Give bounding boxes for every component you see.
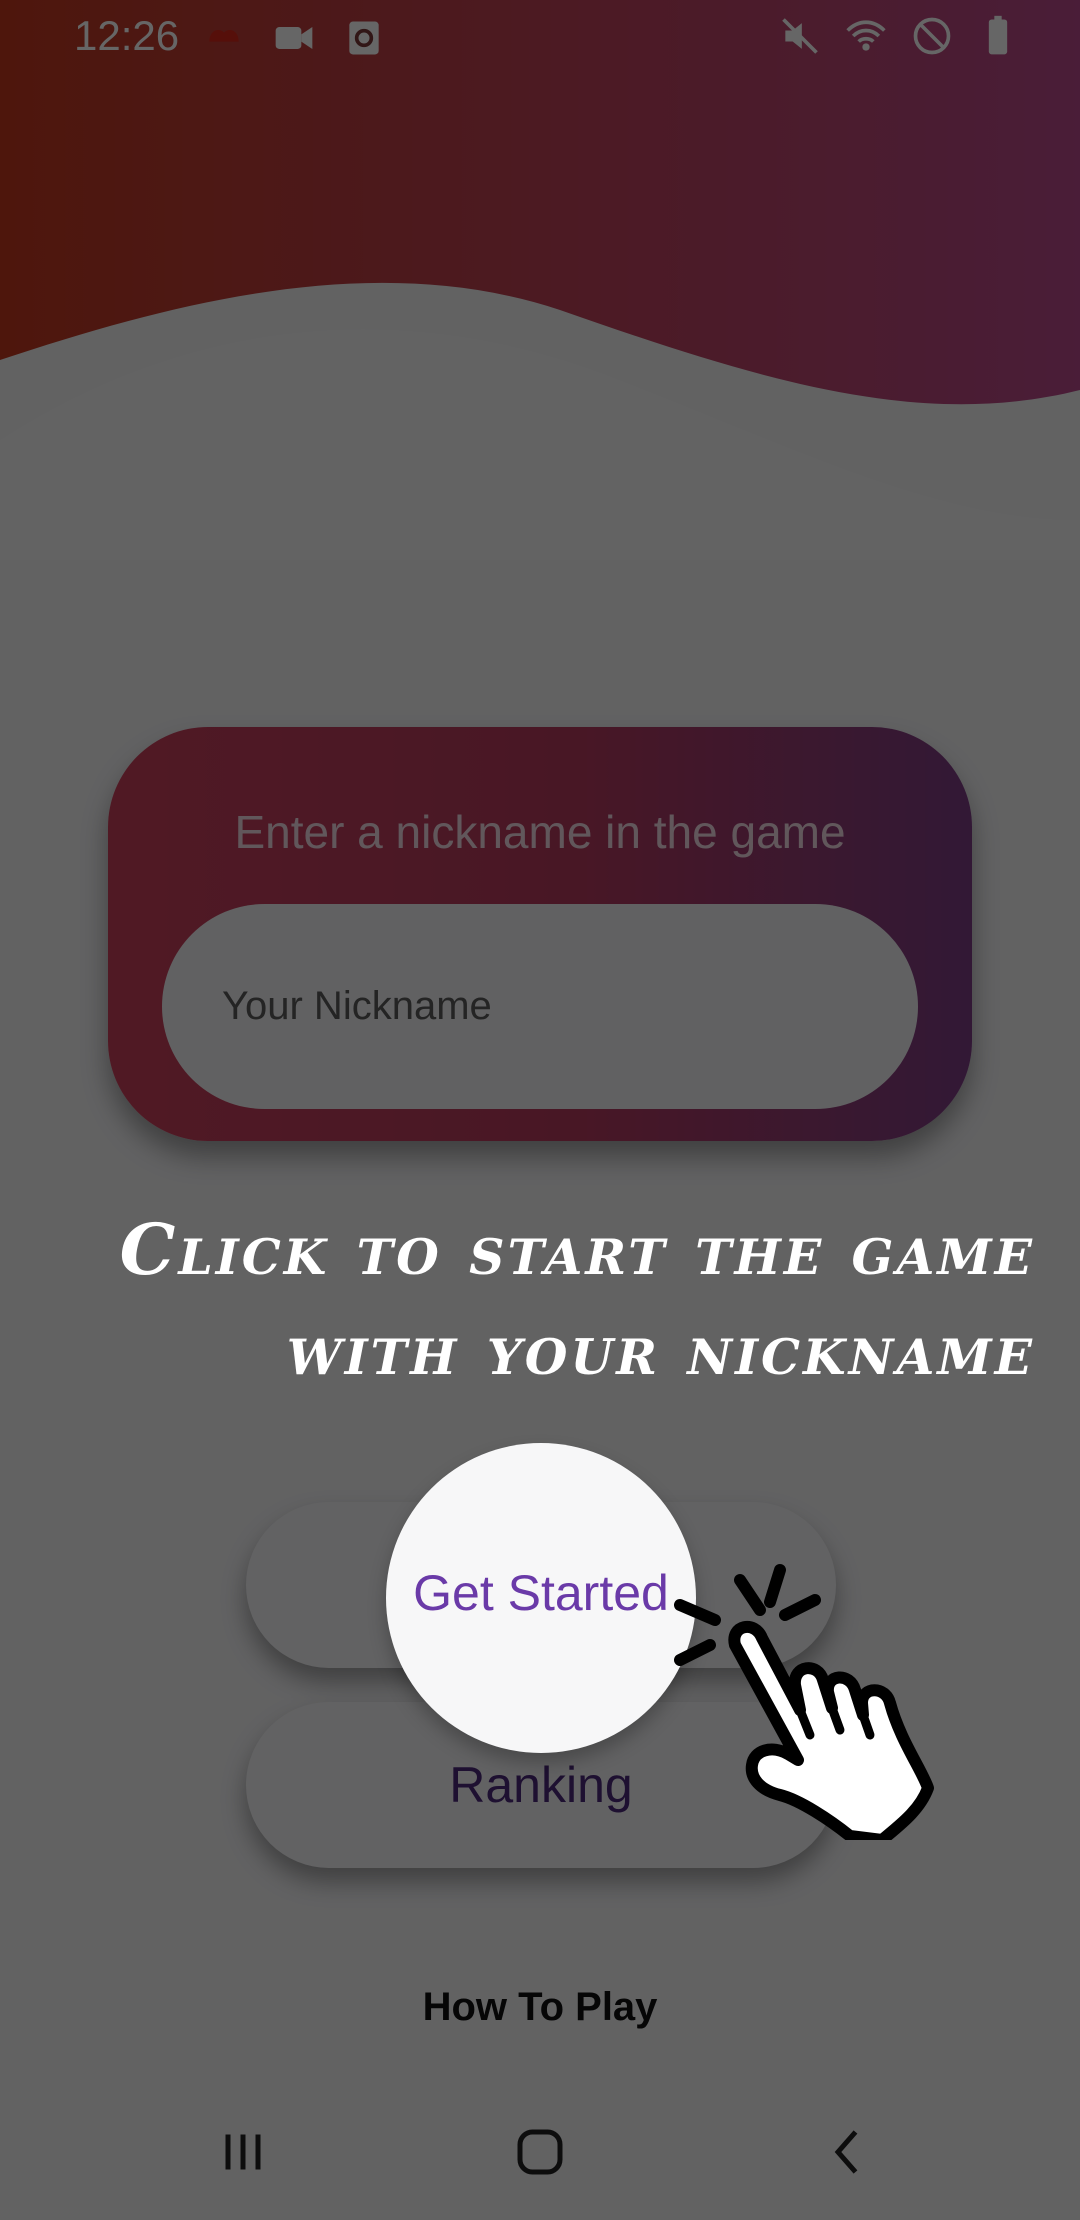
status-time: 12:26 xyxy=(74,12,180,59)
notification-icon xyxy=(209,29,239,42)
navigation-bar xyxy=(0,2080,1080,2220)
mute-icon xyxy=(782,18,818,54)
recent-apps-icon[interactable] xyxy=(213,2122,273,2182)
nickname-input[interactable] xyxy=(162,904,918,1109)
tutorial-hint-text: Click to start the game with your nickna… xyxy=(20,1200,1035,1400)
status-bar: 12:26 xyxy=(0,0,1080,72)
wifi-icon xyxy=(846,20,886,51)
how-to-play-link[interactable]: How To Play xyxy=(0,1985,1080,2030)
back-icon[interactable] xyxy=(818,2122,878,2182)
spotlight-get-started[interactable]: Get Started xyxy=(386,1443,696,1753)
video-camera-icon xyxy=(275,27,313,49)
spotlight-label: Get Started xyxy=(413,1565,669,1621)
tutorial-hint-line-2: with your nickname xyxy=(286,1308,1035,1391)
hand-pointer-icon xyxy=(674,1564,934,1840)
nickname-card: Enter a nickname in the game xyxy=(108,727,972,1141)
screen-record-icon xyxy=(349,21,379,55)
nickname-prompt-label: Enter a nickname in the game xyxy=(234,806,846,858)
home-icon[interactable] xyxy=(510,2122,570,2182)
battery-icon xyxy=(988,15,1008,55)
do-not-disturb-icon xyxy=(913,17,951,55)
tutorial-hint-line-1: Click to start the game xyxy=(119,1208,1035,1291)
header-wave xyxy=(0,0,1080,560)
